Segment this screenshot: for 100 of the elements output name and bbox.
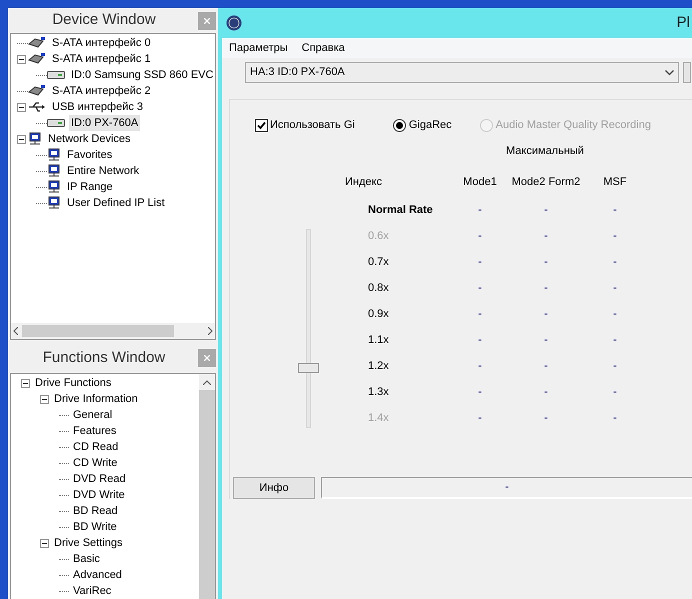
rate-label: 1.1x <box>367 332 390 348</box>
dropdown-caret-icon <box>665 70 674 76</box>
function-tree-item[interactable]: Drive Information <box>54 390 138 408</box>
column-header: Mode1 <box>462 174 498 190</box>
table-cell-text: - <box>612 280 618 296</box>
collapse-icon[interactable] <box>40 538 49 548</box>
device-tree-item[interactable]: S-ATA интерфейс 1 <box>50 50 153 68</box>
scroll-left-icon <box>13 326 18 335</box>
table-cell-text: - <box>477 384 483 400</box>
device-tree-item[interactable]: S-ATA интерфейс 2 <box>50 82 153 100</box>
table-cell-text: - <box>612 306 618 322</box>
device-tree-item[interactable]: Entire Network <box>65 162 142 180</box>
computer-icon <box>47 196 61 210</box>
rate-label: 1.2x <box>367 358 390 374</box>
table-cell-text: - <box>543 254 549 270</box>
device-tree-item[interactable]: Network Devices <box>46 130 133 148</box>
table-cell-text: - <box>612 358 618 374</box>
radio-label: Audio Master Quality Recording <box>496 118 651 134</box>
function-tree-item[interactable]: BD Write <box>73 518 117 536</box>
table-cell-text: - <box>477 306 483 322</box>
table-cell-text: - <box>612 254 618 270</box>
computer-icon <box>47 180 61 194</box>
scroll-up-icon <box>203 380 211 385</box>
rate-label: 1.4x <box>367 410 390 426</box>
table-cell-text: - <box>543 332 549 348</box>
table-cell-text: - <box>543 358 549 374</box>
rate-label: 1.3x <box>367 384 390 400</box>
rate-label: 0.7x <box>367 254 390 270</box>
device-tree-item[interactable]: ID:0 PX-760A <box>69 114 140 132</box>
table-cell-text: - <box>543 410 549 426</box>
function-tree-item[interactable]: DVD Read <box>73 470 126 488</box>
table-cell-text: - <box>612 332 618 348</box>
device-tree-item[interactable]: Favorites <box>65 146 114 164</box>
table-cell-text: - <box>612 202 618 218</box>
drive-select[interactable]: HA:3 ID:0 PX-760A <box>245 62 679 83</box>
device-tree-item[interactable]: S-ATA интерфейс 0 <box>50 34 153 52</box>
gigarec-checkbox[interactable] <box>255 119 268 132</box>
function-tree-item[interactable]: CD Read <box>73 438 118 456</box>
table-cell-text: - <box>612 384 618 400</box>
computer-icon <box>28 132 42 146</box>
drive-icon <box>47 71 65 80</box>
table-cell-text: - <box>477 202 483 218</box>
table-cell-text: - <box>477 410 483 426</box>
column-header: Индекс <box>344 174 383 190</box>
table-cell-text: - <box>477 332 483 348</box>
drive-icon <box>47 119 65 128</box>
menu-item[interactable]: Справка <box>302 40 345 56</box>
table-cell-text: - <box>477 280 483 296</box>
function-tree-item[interactable]: Basic <box>73 550 100 568</box>
function-tree-item[interactable]: Drive Settings <box>54 534 122 552</box>
function-tree-item[interactable]: General <box>73 406 112 424</box>
slider-thumb[interactable] <box>298 363 319 374</box>
collapse-icon[interactable] <box>40 394 49 404</box>
function-tree-item[interactable]: DVD Write <box>73 486 125 504</box>
column-header: MSF <box>602 174 628 190</box>
scroll-right-icon <box>208 326 213 335</box>
collapse-icon[interactable] <box>17 134 26 144</box>
close-icon <box>204 355 210 362</box>
function-tree-item[interactable]: BD Read <box>73 502 118 520</box>
collapse-icon[interactable] <box>17 102 26 112</box>
column-header: Mode2 Form2 <box>510 174 582 190</box>
rate-label: 0.8x <box>367 280 390 296</box>
horizontal-scrollbar[interactable] <box>11 322 215 339</box>
rate-label: Normal Rate <box>367 202 434 218</box>
device-tree-item[interactable]: ID:0 Samsung SSD 860 EVC <box>69 66 215 84</box>
table-cell-text: - <box>612 228 618 244</box>
radio-label: GigaRec <box>408 118 452 134</box>
table-cell-text: - <box>477 228 483 244</box>
table-cell-text: - <box>543 228 549 244</box>
function-tree-item[interactable]: Advanced <box>73 566 122 584</box>
computer-icon <box>47 164 61 178</box>
device-tree-item[interactable]: User Defined IP List <box>65 194 167 212</box>
rate-label: 0.6x <box>367 228 390 244</box>
device-tree-item[interactable]: IP Range <box>65 178 115 196</box>
close-icon <box>204 18 210 24</box>
status-field: - <box>321 477 692 499</box>
vertical-scrollbar[interactable] <box>199 374 215 599</box>
collapse-icon[interactable] <box>21 378 30 388</box>
window-title: Pl <box>676 12 690 33</box>
group-header: Максимальный <box>505 144 585 159</box>
function-tree-item[interactable]: CD Write <box>73 454 118 472</box>
panel-title: Device Window <box>51 10 157 30</box>
app-logo-icon <box>226 15 242 31</box>
panel-title: Functions Window <box>42 348 166 368</box>
function-tree-item[interactable]: VariRec <box>73 582 112 599</box>
function-tree-item[interactable]: Drive Functions <box>35 374 112 392</box>
menu-item[interactable]: Параметры <box>229 40 288 56</box>
device-tree-item[interactable]: USB интерфейс 3 <box>50 98 146 116</box>
table-cell-text: - <box>543 202 549 218</box>
table-cell-text: - <box>477 254 483 270</box>
info-button[interactable]: Инфо <box>233 477 315 499</box>
table-cell-text: - <box>612 410 618 426</box>
radio-button[interactable] <box>392 119 406 132</box>
checkbox-label: Использовать Gi <box>270 118 355 134</box>
rate-label: 0.9x <box>367 306 390 322</box>
function-tree-item[interactable]: Features <box>73 422 116 440</box>
table-cell-text: - <box>477 358 483 374</box>
usb-icon <box>28 101 46 114</box>
collapse-icon[interactable] <box>17 54 26 64</box>
table-cell-text: - <box>543 384 549 400</box>
